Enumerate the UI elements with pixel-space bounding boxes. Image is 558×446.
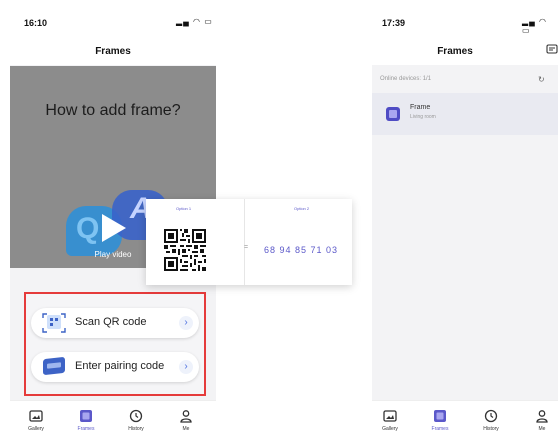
tab-frames-label: Frames [431, 426, 449, 432]
chevron-right-icon: › [179, 316, 193, 330]
page-title: Frames [95, 46, 131, 57]
tab-history[interactable]: History [473, 409, 509, 432]
tab-me-label: Me [538, 426, 546, 432]
pairing-options-card: Option 1 Option 2 = 68 94 85 71 03 [146, 199, 352, 285]
enter-pairing-code-label: Enter pairing code [75, 360, 165, 372]
status-icons: ▂▄ ◠ ▭ [522, 17, 548, 35]
nav-bar: Frames [10, 40, 216, 65]
right-phone-screen: 17:39 ▂▄ ◠ ▭ Frames Online devices: 1/1 … [372, 0, 558, 446]
tab-history-label: History [128, 426, 144, 432]
history-icon [484, 409, 498, 423]
option-1-label: Option 1 [176, 206, 192, 211]
video-heading: How to add frame? [45, 102, 181, 119]
tab-frames-label: Frames [77, 426, 95, 432]
frame-list-item[interactable]: Frame Living room [372, 93, 558, 135]
tab-frames[interactable]: Frames [68, 409, 104, 432]
add-frame-options: Scan QR code › Enter pairing code › [24, 292, 206, 396]
option-2-label: Option 2 [294, 206, 310, 211]
nav-bar: Frames [372, 40, 558, 65]
status-bar: 16:10 ▂▄ ◠ ▭ [10, 0, 216, 40]
qr-scan-icon [42, 313, 66, 333]
tab-gallery[interactable]: Gallery [18, 409, 54, 432]
frame-icon [386, 107, 400, 121]
scan-qr-button[interactable]: Scan QR code › [31, 308, 199, 338]
profile-icon [180, 410, 192, 423]
status-time: 17:39 [382, 18, 406, 28]
refresh-icon[interactable]: ↻ [538, 75, 545, 84]
chevron-right-icon: › [179, 360, 193, 374]
online-devices-count: Online devices: 1/1 [380, 76, 432, 82]
gallery-icon [29, 410, 43, 422]
play-icon[interactable] [102, 214, 126, 242]
status-icons: ▂▄ ◠ ▭ [176, 17, 213, 26]
page-title: Frames [437, 46, 473, 57]
enter-pairing-code-button[interactable]: Enter pairing code › [31, 352, 199, 382]
qr-code-icon [164, 229, 206, 271]
profile-icon [536, 410, 548, 423]
frames-icon [80, 410, 92, 422]
gallery-icon [383, 410, 397, 422]
pairing-code-value: 68 94 85 71 03 [264, 245, 339, 255]
frame-name: Frame [410, 104, 431, 111]
frame-room: Living room [410, 114, 436, 120]
status-bar: 17:39 ▂▄ ◠ ▭ [372, 0, 558, 40]
online-devices-row: Online devices: 1/1 ↻ [372, 70, 558, 90]
tab-me-label: Me [182, 426, 190, 432]
tab-me[interactable]: Me [524, 409, 558, 432]
tab-gallery[interactable]: Gallery [372, 409, 408, 432]
tab-gallery-label: Gallery [382, 426, 398, 432]
status-time: 16:10 [24, 18, 48, 28]
tab-me[interactable]: Me [168, 409, 204, 432]
tab-bar: Gallery Frames History Me [10, 400, 216, 446]
tab-frames[interactable]: Frames [422, 409, 458, 432]
q-letter: Q [76, 212, 100, 245]
frames-icon [434, 410, 446, 422]
tab-history-label: History [483, 426, 499, 432]
manage-frames-icon[interactable] [546, 44, 558, 56]
pairing-code-icon [43, 356, 65, 376]
tab-gallery-label: Gallery [28, 426, 44, 432]
tab-history[interactable]: History [118, 409, 154, 432]
history-icon [129, 409, 143, 423]
separator-mark: = [244, 244, 249, 251]
scan-qr-label: Scan QR code [75, 316, 147, 328]
tab-bar: Gallery Frames History Me [372, 400, 558, 446]
divider [244, 199, 245, 285]
